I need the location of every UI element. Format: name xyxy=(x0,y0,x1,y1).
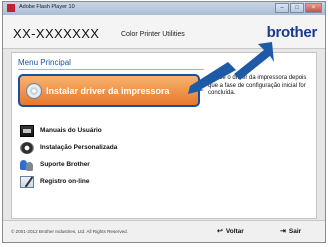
maximize-button[interactable]: □ xyxy=(290,3,304,13)
app-header: XX-XXXXXXX Color Printer Utilities broth… xyxy=(3,15,325,49)
title-bar: Adobe Flash Player 10 – □ × xyxy=(3,2,325,15)
screenshot: Adobe Flash Player 10 – □ × XX-XXXXXXX C… xyxy=(0,0,328,247)
gear-icon xyxy=(20,142,34,154)
menu-item-brother-support[interactable]: Suporte Brother xyxy=(20,158,198,172)
model-name: XX-XXXXXXX xyxy=(13,26,100,41)
exit-button[interactable]: ⇥ Sair xyxy=(280,227,301,238)
menu-divider xyxy=(18,69,204,70)
window-title: Adobe Flash Player 10 xyxy=(19,4,75,10)
menu-item-online-registration[interactable]: Registro on-line xyxy=(20,175,198,189)
app-window: Adobe Flash Player 10 – □ × XX-XXXXXXX C… xyxy=(2,1,326,243)
support-icon xyxy=(20,159,34,171)
exit-icon: ⇥ xyxy=(280,228,286,235)
footer-bar: © 2001-2012 Brother Industries, Ltd. All… xyxy=(3,220,325,242)
pointer-arrow-icon xyxy=(188,42,274,94)
register-icon xyxy=(20,176,34,188)
cd-disc-icon xyxy=(26,83,42,99)
install-driver-label: Instalar driver da impressora xyxy=(46,86,170,96)
menu-item-user-manuals[interactable]: Manuais do Usuário xyxy=(20,124,198,138)
window-controls: – □ × xyxy=(274,3,322,13)
back-arrow-icon: ↩ xyxy=(217,228,223,235)
manual-icon xyxy=(20,125,34,137)
menu-title: Menu Principal xyxy=(18,58,71,67)
menu-item-label: Manuais do Usuário xyxy=(40,127,102,134)
brother-logo: brother xyxy=(266,24,318,41)
flash-app-icon xyxy=(7,4,15,12)
exit-label: Sair xyxy=(288,228,302,235)
menu-item-custom-install[interactable]: Instalação Personalizada xyxy=(20,141,198,155)
back-label: Voltar xyxy=(225,228,244,235)
menu-item-label: Registro on-line xyxy=(40,178,90,185)
install-driver-button[interactable]: Instalar driver da impressora xyxy=(18,74,200,107)
back-button[interactable]: ↩ Voltar xyxy=(217,227,244,238)
minimize-button[interactable]: – xyxy=(275,3,289,13)
menu-item-label: Suporte Brother xyxy=(40,161,90,168)
menu-item-label: Instalação Personalizada xyxy=(40,144,118,151)
close-button[interactable]: × xyxy=(305,3,322,13)
copyright-text: © 2001-2012 Brother Industries, Ltd. All… xyxy=(11,229,129,234)
header-subtitle: Color Printer Utilities xyxy=(121,31,185,38)
